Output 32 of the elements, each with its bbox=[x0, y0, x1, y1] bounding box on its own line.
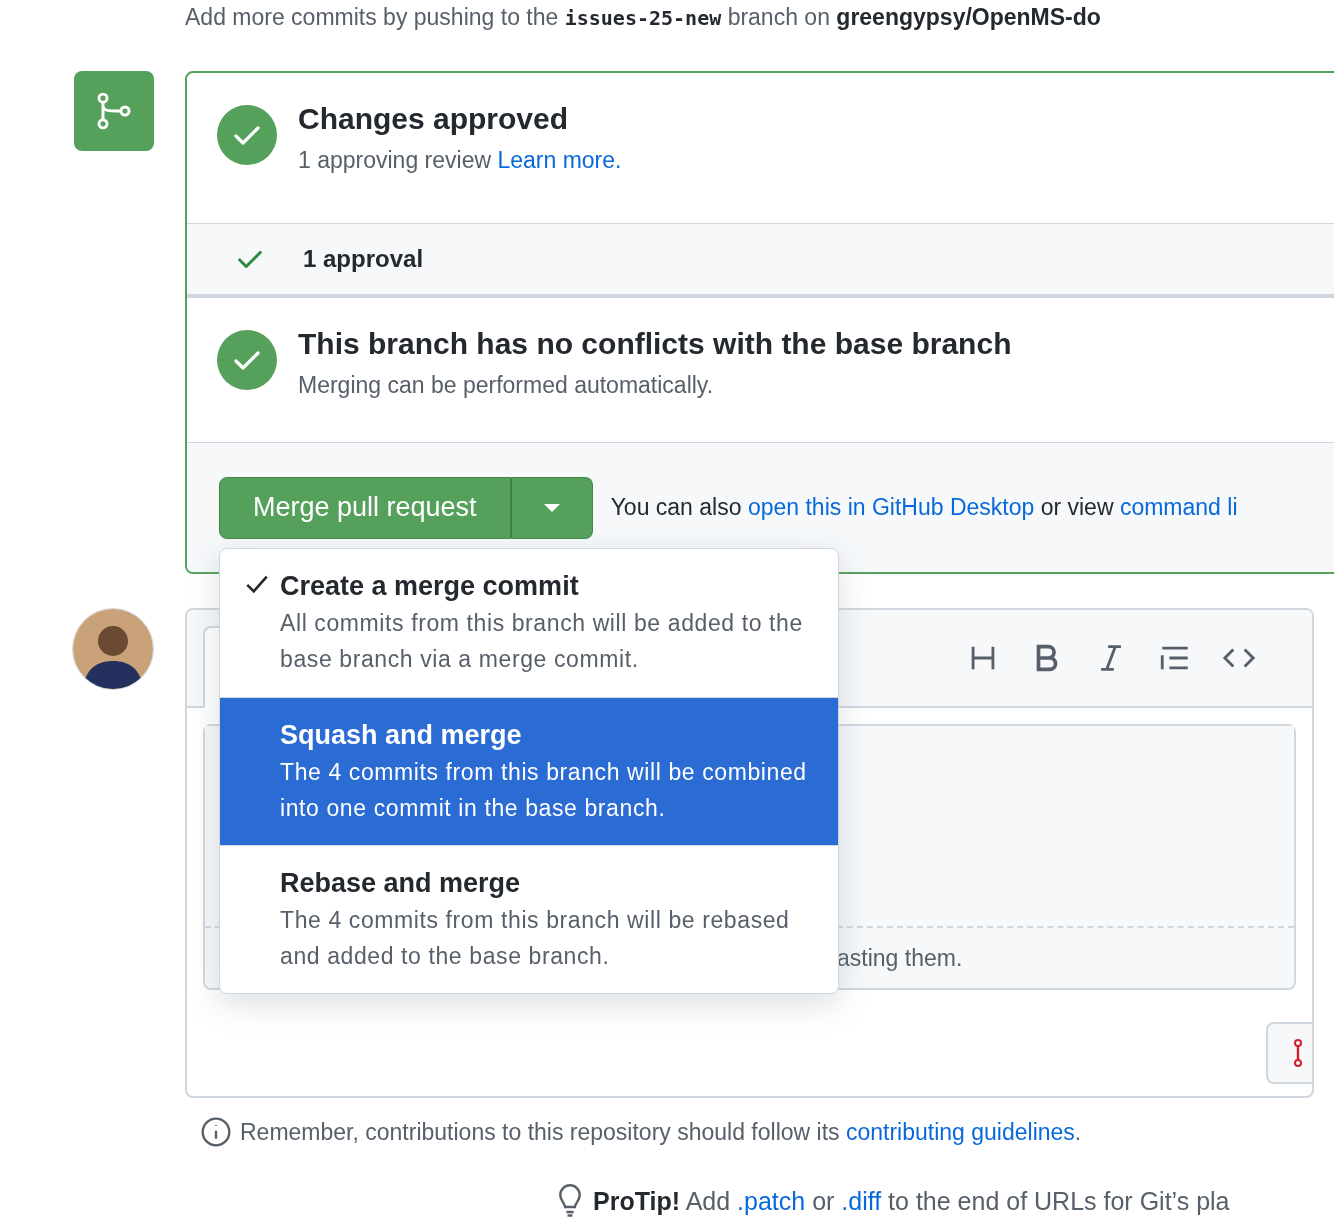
merge-button[interactable]: Merge pull request bbox=[219, 476, 511, 539]
attach-hint-text: asting them. bbox=[837, 944, 963, 972]
lightbulb-icon bbox=[557, 1184, 583, 1218]
status-text: Merging can be performed automatically. bbox=[298, 371, 715, 400]
contributing-notice: Remember, contributions to this repository should follow its contributing guidelines. bbox=[240, 1118, 1082, 1146]
status-text: 1 approving review Learn more. bbox=[298, 146, 622, 175]
merge-icon bbox=[74, 71, 154, 151]
check-circle-icon bbox=[217, 105, 277, 165]
method-title: Rebase and merge bbox=[280, 867, 522, 900]
patch-link[interactable]: .patch bbox=[737, 1186, 806, 1215]
approval-count: 1 approval bbox=[303, 245, 424, 273]
status-title: This branch has no conflicts with the base branch bbox=[298, 326, 1012, 362]
merge-method-item[interactable]: Squash and merge The 4 commits from this branch will be combined into one commit in the base branch. bbox=[220, 697, 838, 845]
method-description: All commits from this branch will be added to the base branch via a merge commit. bbox=[280, 609, 804, 674]
merge-options-button[interactable] bbox=[510, 476, 593, 539]
method-description: The 4 commits from this branch will be combined into one commit in the base branch. bbox=[280, 758, 808, 823]
method-title: Squash and merge bbox=[280, 719, 523, 752]
check-circle-icon bbox=[217, 330, 277, 390]
diff-link[interactable]: .diff bbox=[841, 1186, 882, 1215]
protip-text: ProTip! Add .patch or .diff to the end of URLs for Git’s pla bbox=[593, 1186, 1230, 1216]
info-icon bbox=[200, 1116, 232, 1148]
desktop-link[interactable]: open this in GitHub Desktop bbox=[747, 494, 1035, 520]
learn-more-link[interactable]: Learn more. bbox=[497, 147, 622, 173]
command-line-link[interactable]: command li bbox=[1119, 494, 1238, 520]
merge-method-item[interactable]: Create a merge commit All commits from this branch will be added to the base branch via a merge commit. bbox=[220, 549, 838, 697]
guidelines-link[interactable]: contributing guidelines bbox=[845, 1118, 1075, 1145]
push-hint-text: Add more commits by pushing to the issues-25-new branch on greengypsy/OpenMS-do bbox=[184, 3, 1102, 32]
alternative-text: You can also open this in GitHub Desktop or view command li bbox=[610, 494, 1238, 521]
status-title: Changes approved bbox=[298, 101, 570, 137]
method-description: The 4 commits from this branch will be rebased and added to the base branch. bbox=[280, 906, 791, 971]
method-title: Create a merge commit bbox=[280, 570, 580, 603]
merge-method-item[interactable]: Rebase and merge The 4 commits from this branch will be rebased and added to the base branch. bbox=[220, 845, 838, 993]
